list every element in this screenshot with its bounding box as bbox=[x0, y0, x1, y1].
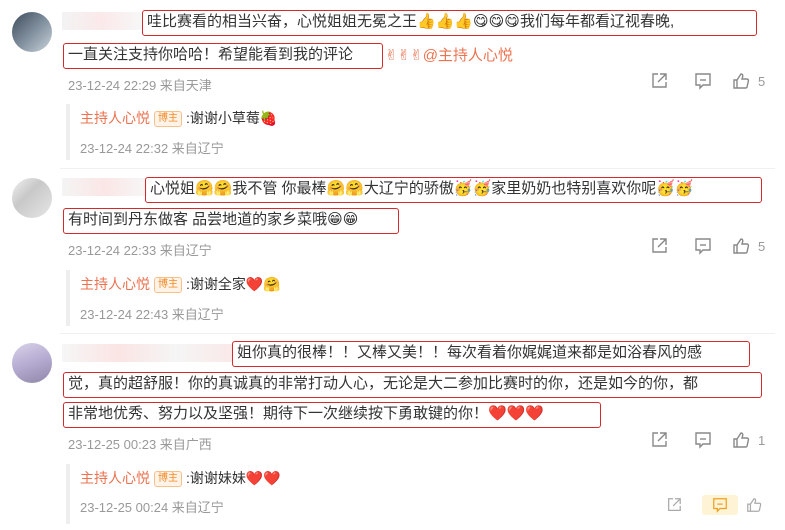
author-badge: 博主 bbox=[154, 470, 182, 487]
share-icon[interactable] bbox=[650, 431, 694, 449]
share-icon[interactable] bbox=[650, 237, 694, 255]
author-badge: 博主 bbox=[154, 110, 182, 127]
action-bar: 1 bbox=[650, 431, 765, 449]
like-count: 1 bbox=[758, 432, 766, 448]
like-icon[interactable] bbox=[746, 497, 762, 513]
avatar[interactable] bbox=[12, 178, 52, 218]
comment-mention[interactable]: ✌✌✌@主持人心悦 bbox=[385, 46, 513, 66]
comment-icon[interactable] bbox=[694, 237, 732, 255]
reply-divider bbox=[66, 104, 70, 160]
reply-author[interactable]: 主持人心悦 bbox=[80, 110, 150, 126]
reply-text: :谢谢全家❤️🤗 bbox=[186, 276, 281, 292]
reply-meta: 23-12-25 00:24 来自辽宁 bbox=[80, 500, 224, 515]
share-icon[interactable] bbox=[666, 497, 702, 513]
comment-icon[interactable] bbox=[694, 72, 732, 90]
comment-meta: 23-12-25 00:23 来自广西 bbox=[68, 437, 212, 452]
comment-line: 觉，真的超舒服！你的真诚真的非常打动人心，无论是大二参加比赛时的你，还是如今的你… bbox=[63, 372, 762, 398]
separator bbox=[60, 333, 775, 334]
like-count: 5 bbox=[758, 73, 766, 89]
comment-meta: 23-12-24 22:33 来自辽宁 bbox=[68, 243, 212, 258]
avatar[interactable] bbox=[12, 12, 52, 52]
reply: 主持人心悦 博主:谢谢小草莓🍓 bbox=[80, 108, 277, 128]
comment-line: 有时间到丹东做客 品尝地道的家乡菜哦😁😁 bbox=[63, 208, 399, 234]
author-badge: 博主 bbox=[154, 276, 182, 293]
avatar[interactable] bbox=[12, 343, 52, 383]
reply-divider bbox=[66, 464, 70, 524]
comment-icon[interactable] bbox=[702, 495, 738, 515]
comment-icon[interactable] bbox=[694, 431, 732, 449]
comment-line: 哇比赛看的相当兴奋，心悦姐姐无冕之王👍👍👍😋😋😋我们每年都看辽视春晚, bbox=[142, 10, 757, 36]
share-icon[interactable] bbox=[650, 72, 694, 90]
username-blurred[interactable] bbox=[62, 344, 232, 362]
reply: 主持人心悦 博主:谢谢妹妹❤️❤️ bbox=[80, 468, 281, 488]
separator bbox=[60, 168, 775, 169]
like-icon[interactable] bbox=[732, 72, 750, 90]
comment-line: 姐你真的很棒！！又棒又美！！每次看着你娓娓道来都是如浴春风的感 bbox=[232, 341, 750, 367]
reply-meta: 23-12-24 22:43 来自辽宁 bbox=[80, 307, 224, 322]
reply-text: :谢谢妹妹❤️❤️ bbox=[186, 470, 281, 486]
comment-line: 心悦姐🤗🤗我不管 你最棒🤗🤗大辽宁的骄傲🥳🥳家里奶奶也特别喜欢你呢🥳🥳 bbox=[145, 177, 762, 203]
like-count: 5 bbox=[758, 238, 766, 254]
comment-line: 一直关注支持你哈哈！希望能看到我的评论 bbox=[63, 43, 383, 69]
reply: 主持人心悦 博主:谢谢全家❤️🤗 bbox=[80, 274, 281, 294]
reply-meta: 23-12-24 22:32 来自辽宁 bbox=[80, 141, 224, 156]
username-blurred[interactable] bbox=[62, 12, 142, 30]
action-bar: 5 bbox=[650, 72, 765, 90]
reply-text: :谢谢小草莓🍓 bbox=[186, 110, 278, 126]
like-icon[interactable] bbox=[732, 431, 750, 449]
like-icon[interactable] bbox=[732, 237, 750, 255]
comment-line: 非常地优秀、努力以及坚强！期待下一次继续按下勇敢键的你！❤️❤️❤️ bbox=[63, 402, 601, 428]
comment-meta: 23-12-24 22:29 来自天津 bbox=[68, 78, 212, 93]
reply-author[interactable]: 主持人心悦 bbox=[80, 276, 150, 292]
reply-action-bar bbox=[666, 495, 762, 515]
username-blurred[interactable] bbox=[62, 178, 147, 196]
reply-divider bbox=[66, 270, 70, 326]
reply-author[interactable]: 主持人心悦 bbox=[80, 470, 150, 486]
action-bar: 5 bbox=[650, 237, 765, 255]
